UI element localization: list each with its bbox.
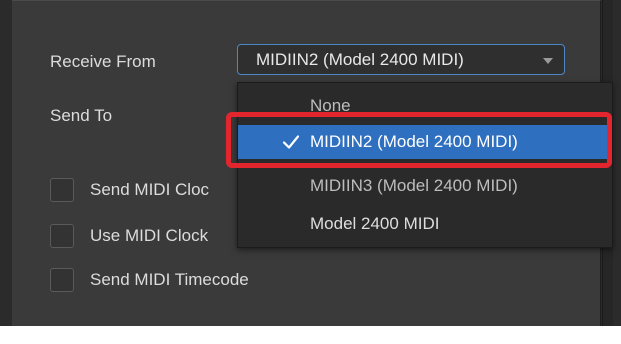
send-midi-clock-checkbox[interactable]	[50, 178, 74, 202]
receive-from-value: MIDIIN2 (Model 2400 MIDI)	[256, 50, 464, 69]
send-midi-timecode-label: Send MIDI Timecode	[90, 270, 249, 289]
receive-from-dropdown-menu: None MIDIIN2 (Model 2400 MIDI) MIDIIN3 (…	[237, 82, 613, 248]
send-midi-timecode-checkbox[interactable]	[50, 268, 74, 292]
chevron-down-icon	[543, 58, 553, 64]
send-to-label: Send To	[50, 106, 113, 125]
bottom-margin	[0, 326, 621, 344]
menu-item-model-2400-midi[interactable]: Model 2400 MIDI	[238, 207, 612, 241]
menu-item-label: MIDIIN2 (Model 2400 MIDI)	[310, 132, 518, 151]
menu-item-midiin3[interactable]: MIDIIN3 (Model 2400 MIDI)	[238, 169, 612, 203]
menu-item-midiin2[interactable]: MIDIIN2 (Model 2400 MIDI)	[238, 125, 612, 159]
menu-item-label: Model 2400 MIDI	[310, 214, 440, 233]
send-midi-clock-label: Send MIDI Cloc	[90, 180, 210, 199]
use-midi-clock-label: Use MIDI Clock	[90, 226, 209, 245]
receive-from-label: Receive From	[50, 52, 156, 71]
menu-item-label: MIDIIN3 (Model 2400 MIDI)	[310, 176, 518, 195]
menu-item-none[interactable]: None	[238, 89, 612, 123]
checkmark-icon	[282, 135, 300, 149]
receive-from-select[interactable]: MIDIIN2 (Model 2400 MIDI)	[237, 44, 565, 75]
use-midi-clock-checkbox[interactable]	[50, 224, 74, 248]
menu-item-label: None	[310, 96, 351, 115]
